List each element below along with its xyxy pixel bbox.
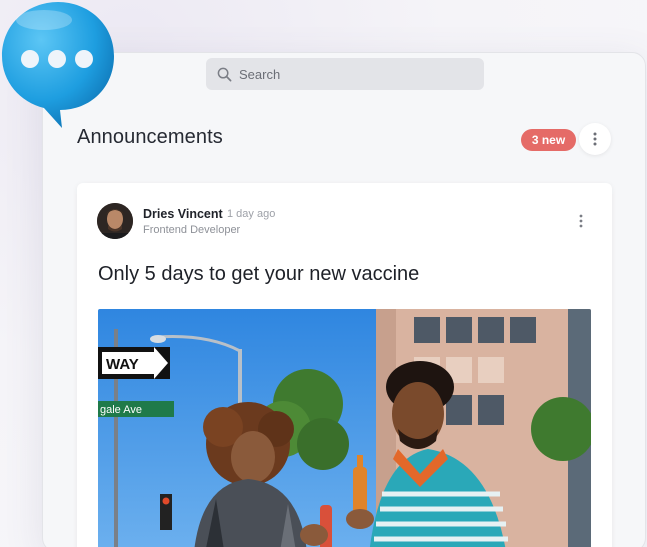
author-role: Frontend Developer (143, 224, 241, 236)
vertical-dots-icon (579, 214, 583, 228)
post-timestamp: 1 day ago (227, 208, 276, 220)
author-name[interactable]: Dries Vincent (143, 207, 223, 221)
one-way-sign-text: WAY (106, 356, 139, 373)
post-image: WAY gale Ave (98, 309, 591, 547)
new-count-badge: 3 new (521, 129, 576, 151)
avatar[interactable] (97, 203, 133, 239)
search-input[interactable]: Search (206, 58, 484, 90)
announcement-card: Dries Vincent 1 day ago Frontend Develop… (77, 183, 612, 547)
more-options-button[interactable] (579, 123, 611, 155)
search-placeholder: Search (239, 66, 281, 82)
announcements-panel: Search Announcements 3 new Dries Vincent… (42, 52, 646, 547)
chat-bubble-icon[interactable] (0, 0, 116, 130)
street-sign-text: gale Ave (100, 404, 142, 416)
post-title: Only 5 days to get your new vaccine (98, 263, 420, 285)
search-icon (217, 67, 232, 81)
vertical-dots-icon (593, 132, 597, 146)
post-options-button[interactable] (569, 209, 593, 233)
